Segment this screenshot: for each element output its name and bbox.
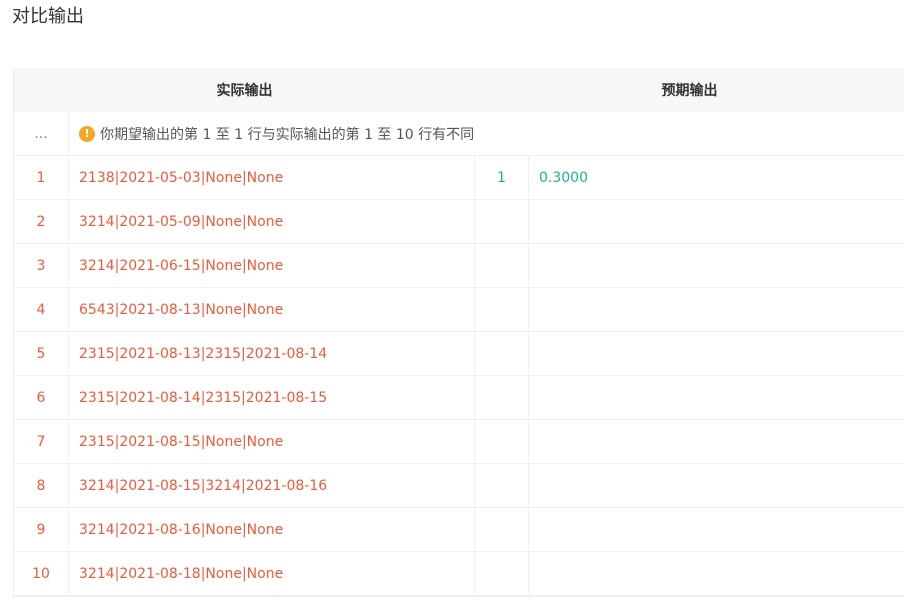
expected-output-cell: 0.3000 [539,169,588,186]
actual-output-cell: 2138|2021-05-03|None|None [69,156,475,199]
row-number: 3 [14,244,69,287]
actual-output-cell: 3214|2021-06-15|None|None [69,244,475,287]
table-row: 2 3214|2021-05-09|None|None [14,200,904,244]
expected-row-number [475,244,529,287]
expected-row-number [475,464,529,507]
expected-row-number [475,552,529,595]
row-number: 8 [14,464,69,507]
expected-row-number [475,200,529,243]
row-number: 6 [14,376,69,419]
actual-output-cell: 3214|2021-08-16|None|None [69,508,475,551]
warning-icon: ! [79,125,95,142]
expected-output-cell [529,508,904,551]
notice-row: ... ! 你期望输出的第 1 至 1 行与实际输出的第 1 至 10 行有不同 [14,112,904,156]
actual-output-cell: 6543|2021-08-13|None|None [69,288,475,331]
table-row: 10 3214|2021-08-18|None|None [14,552,904,596]
actual-output-cell: 2315|2021-08-15|None|None [69,420,475,463]
table-header: 实际输出 预期输出 [14,68,904,112]
actual-output-cell: 2315|2021-08-14|2315|2021-08-15 [69,376,475,419]
expected-output-cell [529,332,904,375]
actual-output-cell: 2315|2021-08-13|2315|2021-08-14 [69,332,475,375]
expected-row-number [475,376,529,419]
table-row: 5 2315|2021-08-13|2315|2021-08-14 [14,332,904,376]
table-row: 3 3214|2021-06-15|None|None [14,244,904,288]
table-row: 4 6543|2021-08-13|None|None [14,288,904,332]
page-title: 对比输出 [12,6,84,27]
actual-output-cell: 3214|2021-08-18|None|None [69,552,475,595]
row-number: 2 [14,200,69,243]
notice-text: 你期望输出的第 1 至 1 行与实际输出的第 1 至 10 行有不同 [100,126,475,143]
expected-output-cell [529,420,904,463]
expected-row-number [475,420,529,463]
row-number: 10 [14,552,69,595]
notice-message: ! 你期望输出的第 1 至 1 行与实际输出的第 1 至 10 行有不同 [69,112,904,155]
expected-output-cell [529,200,904,243]
expected-output-cell [529,464,904,507]
row-number: 9 [14,508,69,551]
row-number: 7 [14,420,69,463]
actual-output-cell: 3214|2021-08-15|3214|2021-08-16 [69,464,475,507]
table-row: 8 3214|2021-08-15|3214|2021-08-16 [14,464,904,508]
expected-output-header: 预期输出 [661,83,718,99]
table-row: 7 2315|2021-08-15|None|None [14,420,904,464]
expected-output-cell [529,552,904,595]
row-number: 4 [14,288,69,331]
expected-output-cell [529,244,904,287]
actual-output-cell: 3214|2021-05-09|None|None [69,200,475,243]
notice-index: ... [14,112,69,155]
table-row: 9 3214|2021-08-16|None|None [14,508,904,552]
expected-row-number [475,288,529,331]
row-number: 1 [14,156,69,199]
expected-output-cell [529,288,904,331]
table-row: 6 2315|2021-08-14|2315|2021-08-15 [14,376,904,420]
table-row: 1 2138|2021-05-03|None|None 1 0.3000 [14,156,904,200]
table-body: 1 2138|2021-05-03|None|None 1 0.3000 2 3214|2… [14,156,904,596]
row-number: 5 [14,332,69,375]
expected-row-number [475,332,529,375]
expected-output-cell [529,376,904,419]
comparison-table: 实际输出 预期输出 ... ! 你期望输出的第 1 至 1 行与实际输出的第 1… [13,68,904,597]
actual-output-header: 实际输出 [216,83,273,99]
expected-row-number [475,508,529,551]
expected-row-number: 1 [475,156,529,199]
